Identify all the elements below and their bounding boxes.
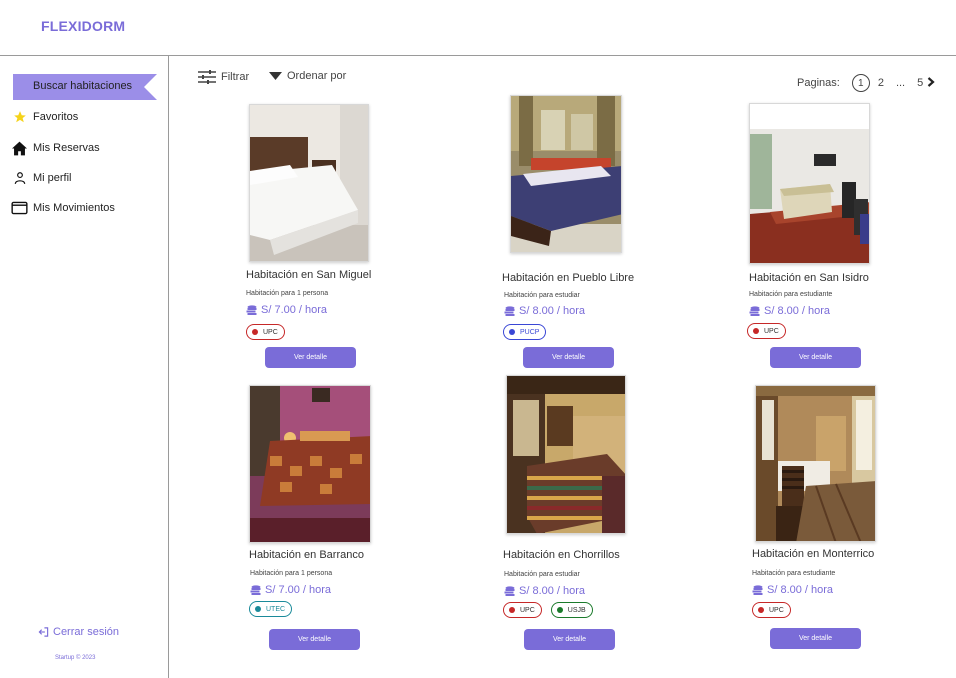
view-detail-button[interactable]: Ver detalle bbox=[269, 629, 360, 650]
sidebar-item-label: Favoritos bbox=[33, 111, 79, 123]
chevron-right-icon[interactable] bbox=[927, 76, 935, 90]
page-2[interactable]: 2 bbox=[878, 77, 884, 89]
app-logo[interactable]: FLEXIDORM bbox=[41, 18, 125, 34]
room-card: Habitación en San Isidro Habitación para… bbox=[745, 100, 945, 380]
room-title[interactable]: Habitación en San Miguel bbox=[246, 269, 371, 281]
coins-icon bbox=[504, 586, 515, 596]
price-label: S/ 7.00 / hora bbox=[261, 304, 328, 316]
home-icon bbox=[11, 140, 28, 156]
room-price: S/ 8.00 / hora bbox=[752, 584, 833, 596]
room-price: S/ 8.00 / hora bbox=[749, 305, 830, 317]
caret-down-icon bbox=[269, 71, 282, 81]
room-price: S/ 8.00 / hora bbox=[504, 585, 585, 597]
room-title[interactable]: Habitación en Pueblo Libre bbox=[502, 272, 634, 284]
university-tag: UPC bbox=[246, 324, 285, 340]
sidebar-item-mis-reservas[interactable]: Mis Reservas bbox=[11, 138, 100, 158]
view-detail-button[interactable]: Ver detalle bbox=[524, 629, 615, 650]
room-price: S/ 8.00 / hora bbox=[504, 305, 585, 317]
room-price: S/ 7.00 / hora bbox=[250, 584, 331, 596]
university-tags: UTEC bbox=[249, 601, 301, 617]
coins-icon bbox=[752, 585, 763, 595]
room-title[interactable]: Habitación en Chorrillos bbox=[503, 549, 620, 561]
university-tag: UPC bbox=[503, 602, 542, 618]
room-title[interactable]: Habitación en Monterrico bbox=[752, 548, 874, 560]
sidebar-item-label: Mis Movimientos bbox=[33, 202, 115, 214]
app-root: FLEXIDORM Buscar habitaciones Favoritos … bbox=[0, 0, 956, 678]
page-1-current[interactable]: 1 bbox=[851, 74, 870, 92]
pagination-ellipsis: ... bbox=[895, 77, 906, 89]
room-subtitle: Habitación para estudiante bbox=[749, 291, 833, 298]
room-subtitle: Habitación para estudiante bbox=[752, 570, 836, 577]
sort-label: Ordenar por bbox=[287, 70, 347, 82]
room-photo[interactable] bbox=[249, 104, 369, 262]
university-tags: UPC bbox=[752, 602, 800, 618]
price-label: S/ 8.00 / hora bbox=[767, 584, 834, 596]
university-tags: UPC USJB bbox=[503, 602, 602, 618]
price-label: S/ 8.00 / hora bbox=[764, 305, 831, 317]
coins-icon bbox=[250, 585, 261, 595]
coins-icon bbox=[749, 306, 760, 316]
sidebar: Buscar habitaciones Favoritos Mis Reserv… bbox=[0, 56, 169, 678]
university-tags: PUCP bbox=[503, 324, 555, 340]
filter-label: Filtrar bbox=[221, 71, 250, 83]
room-photo[interactable] bbox=[510, 95, 622, 253]
room-card: Habitación en Barranco Habitación para 1… bbox=[240, 380, 440, 660]
room-card: Habitación en Monterrico Habitación para… bbox=[745, 380, 945, 660]
logout-icon bbox=[38, 626, 49, 638]
view-detail-button[interactable]: Ver detalle bbox=[770, 347, 861, 368]
university-tag: PUCP bbox=[503, 324, 547, 340]
price-label: S/ 8.00 / hora bbox=[519, 305, 586, 317]
price-label: S/ 7.00 / hora bbox=[265, 584, 332, 596]
view-detail-button[interactable]: Ver detalle bbox=[770, 628, 861, 649]
top-bar: FLEXIDORM bbox=[0, 0, 956, 56]
room-photo[interactable] bbox=[749, 103, 870, 264]
sidebar-item-favoritos[interactable]: Favoritos bbox=[11, 107, 78, 127]
room-price: S/ 7.00 / hora bbox=[246, 304, 327, 316]
university-tags: UPC bbox=[747, 323, 795, 339]
pagination-label: Paginas: bbox=[797, 77, 840, 89]
room-photo[interactable] bbox=[249, 385, 371, 543]
sidebar-item-label: Mis Reservas bbox=[33, 142, 100, 154]
room-photo[interactable] bbox=[506, 375, 626, 534]
university-tag: UPC bbox=[752, 602, 791, 618]
room-photo[interactable] bbox=[755, 385, 876, 542]
sidebar-item-mis-movimientos[interactable]: Mis Movimientos bbox=[11, 198, 115, 218]
room-card: Habitación en San Miguel Habitación para… bbox=[240, 100, 440, 380]
room-card: Habitación en Pueblo Libre Habitación pa… bbox=[500, 92, 700, 372]
room-subtitle: Habitación para estudiar bbox=[504, 292, 580, 299]
room-subtitle: Habitación para 1 persona bbox=[246, 290, 329, 297]
sliders-icon bbox=[198, 70, 216, 84]
university-tag: UPC bbox=[747, 323, 786, 339]
room-subtitle: Habitación para estudiar bbox=[504, 571, 580, 578]
user-icon bbox=[11, 170, 28, 186]
logout-label: Cerrar sesión bbox=[53, 626, 120, 638]
price-label: S/ 8.00 / hora bbox=[519, 585, 586, 597]
view-detail-button[interactable]: Ver detalle bbox=[523, 347, 614, 368]
coins-icon bbox=[246, 305, 257, 315]
sidebar-item-label: Mi perfil bbox=[33, 172, 72, 184]
room-subtitle: Habitación para 1 persona bbox=[250, 570, 333, 577]
copyright-text: Startup © 2023 bbox=[55, 655, 96, 661]
university-tag: USJB bbox=[550, 602, 593, 618]
sidebar-item-mi-perfil[interactable]: Mi perfil bbox=[11, 168, 72, 188]
room-title[interactable]: Habitación en Barranco bbox=[249, 549, 364, 561]
room-card: Habitación en Chorrillos Habitación para… bbox=[500, 372, 700, 652]
view-detail-button[interactable]: Ver detalle bbox=[265, 347, 356, 368]
filter-button[interactable]: Filtrar bbox=[198, 70, 249, 84]
logout-link[interactable]: Cerrar sesión bbox=[38, 626, 119, 638]
sidebar-item-buscar-habitaciones[interactable]: Buscar habitaciones bbox=[13, 74, 157, 100]
star-icon bbox=[11, 109, 28, 125]
wallet-icon bbox=[11, 200, 28, 216]
university-tag: UTEC bbox=[249, 601, 293, 617]
coins-icon bbox=[504, 306, 515, 316]
page-5[interactable]: 5 bbox=[917, 77, 923, 89]
university-tags: UPC bbox=[246, 324, 294, 340]
room-title[interactable]: Habitación en San Isidro bbox=[749, 272, 869, 284]
sort-button[interactable]: Ordenar por bbox=[269, 70, 346, 82]
pagination: Paginas: 1 2 ... 5 bbox=[797, 74, 935, 92]
sidebar-item-label: Buscar habitaciones bbox=[33, 80, 133, 92]
